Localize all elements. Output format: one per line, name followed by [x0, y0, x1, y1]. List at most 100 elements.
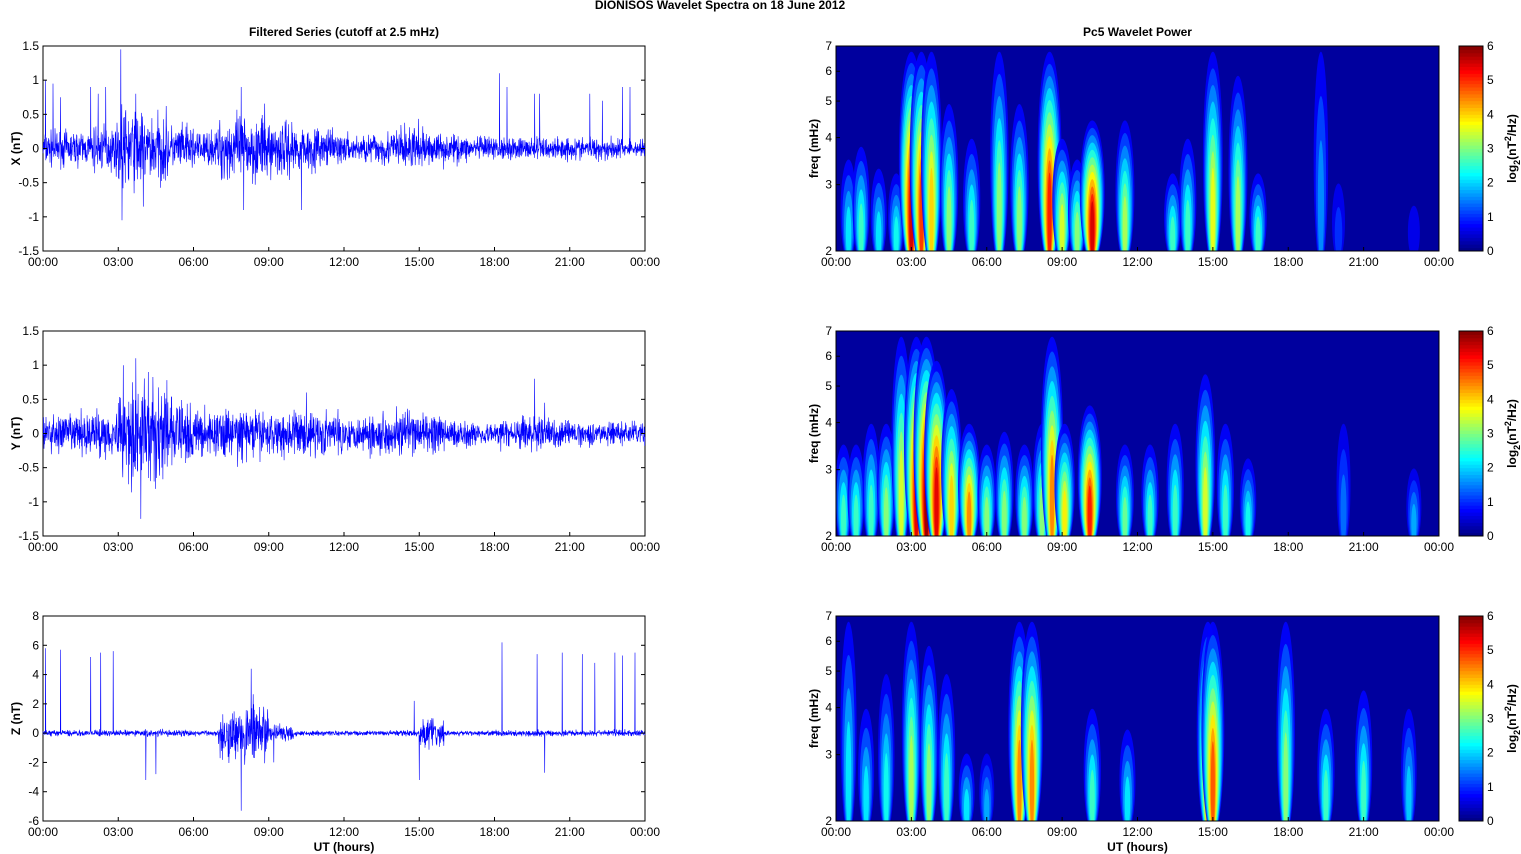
- x-tick-label: 00:00: [1424, 825, 1454, 839]
- colorbar-segment: [1459, 114, 1483, 119]
- figure: DIONISOS Wavelet Spectra on 18 June 2012…: [9, 0, 1521, 854]
- power-contour: [1283, 732, 1289, 821]
- colorbar-segment: [1459, 505, 1483, 510]
- colorbar-segment: [1459, 128, 1483, 132]
- power-contour: [863, 765, 869, 821]
- colorbar-segment: [1459, 790, 1483, 795]
- colorbar-segment: [1459, 529, 1483, 534]
- power-contour: [1203, 467, 1208, 536]
- power-contour: [883, 753, 889, 821]
- colorbar-tick-label: 5: [1487, 643, 1494, 657]
- wavelet-panel-3: 2 3 4 5 6 7 freq (mHz) 00:00 03:00 06:00 09:00 12:0…: [807, 609, 1521, 854]
- colorbar-segment: [1459, 667, 1483, 672]
- colorbar-segment: [1459, 443, 1483, 448]
- colorbar-segment: [1459, 694, 1483, 699]
- power-contour: [845, 721, 852, 821]
- colorbar-tick-label: 3: [1487, 712, 1494, 726]
- colorbar-segment: [1459, 237, 1483, 242]
- colorbar-segment: [1459, 331, 1483, 335]
- colorbar-segment: [1459, 121, 1483, 126]
- power-blob: [977, 444, 996, 536]
- colorbar-segment: [1459, 660, 1483, 665]
- colorbar-segment: [1459, 169, 1483, 173]
- colorbar-segment: [1459, 59, 1483, 64]
- x-tick-label: 12:00: [1122, 540, 1152, 554]
- x-tick-label: 00:00: [1424, 540, 1454, 554]
- colorbar-segment: [1459, 63, 1483, 67]
- colorbar-segment: [1459, 698, 1483, 702]
- colorbar-segment: [1459, 728, 1483, 733]
- colorbar-segment: [1459, 409, 1483, 414]
- colorbar-segment: [1459, 52, 1483, 57]
- colorbar-segment: [1459, 134, 1483, 139]
- colorbar-segment: [1459, 725, 1483, 730]
- colorbar-tick-label: 0: [1487, 814, 1494, 828]
- y-tick-label: 6: [825, 634, 832, 648]
- x-tick-label: 03:00: [103, 825, 133, 839]
- colorbar-segment: [1459, 800, 1483, 805]
- colorbar-segment: [1459, 663, 1483, 668]
- colorbar-segment: [1459, 158, 1483, 163]
- colorbar-segment: [1459, 49, 1483, 54]
- power-blob: [1401, 708, 1417, 821]
- y-tick-label: -2: [28, 755, 39, 769]
- power-blob: [1141, 444, 1159, 536]
- colorbar-segment: [1459, 619, 1483, 624]
- power-blob: [878, 674, 895, 821]
- x-tick-label: 15:00: [404, 255, 434, 269]
- wavelet-panel-1: Pc5 Wavelet Power234567freq (mHz)00:00 03…: [807, 25, 1521, 269]
- y-axis-label: freq (mHz): [807, 119, 821, 178]
- x-tick-label: 06:00: [178, 825, 208, 839]
- x-tick-label: 03:00: [896, 540, 926, 554]
- colorbar-segment: [1459, 392, 1483, 397]
- x-tick-label: 18:00: [479, 540, 509, 554]
- colorbar-segment: [1459, 518, 1483, 523]
- x-tick-label: 00:00: [630, 540, 660, 554]
- colorbar-segment: [1459, 745, 1483, 750]
- power-blob: [1406, 468, 1422, 536]
- colorbar-segment: [1459, 210, 1483, 214]
- colorbar-segment: [1459, 145, 1483, 149]
- colorbar-segment: [1459, 501, 1483, 506]
- power-blob: [939, 104, 959, 251]
- power-contour: [1235, 176, 1241, 251]
- colorbar-segment: [1459, 66, 1483, 71]
- colorbar-segment: [1459, 636, 1483, 641]
- colorbar-segment: [1459, 639, 1483, 644]
- y-tick-label: 6: [825, 349, 832, 363]
- colorbar-segment: [1459, 148, 1483, 153]
- x-tick-label: 15:00: [404, 825, 434, 839]
- x-tick-label: 12:00: [1122, 255, 1152, 269]
- colorbar-tick-label: 4: [1487, 392, 1494, 406]
- y-tick-label: 3: [825, 748, 832, 762]
- colorbar-segment: [1459, 354, 1483, 359]
- power-blob: [1201, 621, 1225, 821]
- colorbar-segment: [1459, 454, 1483, 458]
- power-blob: [1195, 374, 1216, 536]
- colorbar-segment: [1459, 93, 1483, 98]
- colorbar-segment: [1459, 117, 1483, 122]
- colorbar-segment: [1459, 715, 1483, 719]
- y-tick-label: 8: [32, 609, 39, 623]
- power-contour: [1017, 739, 1022, 821]
- power-contour: [899, 450, 904, 536]
- power-blob: [1355, 690, 1373, 821]
- colorbar-segment: [1459, 633, 1483, 637]
- colorbar-segment: [1459, 457, 1483, 462]
- colorbar-segment: [1459, 344, 1483, 349]
- power-contour: [1406, 765, 1412, 821]
- colorbar-segment: [1459, 773, 1483, 778]
- power-contour: [1170, 216, 1176, 251]
- colorbar-segment: [1459, 670, 1483, 675]
- colorbar-tick-label: 5: [1487, 73, 1494, 87]
- colorbar-segment: [1459, 413, 1483, 417]
- power-contour: [1185, 199, 1191, 251]
- x-tick-label: 00:00: [1424, 255, 1454, 269]
- power-blob: [901, 621, 921, 821]
- y-axis-label: freq (mHz): [807, 689, 821, 748]
- y-tick-label: 2: [32, 697, 39, 711]
- colorbar-segment: [1459, 213, 1483, 218]
- colorbar-segment: [1459, 175, 1483, 180]
- power-contour: [1090, 201, 1095, 251]
- y-axis-label: Y (nT): [9, 417, 23, 451]
